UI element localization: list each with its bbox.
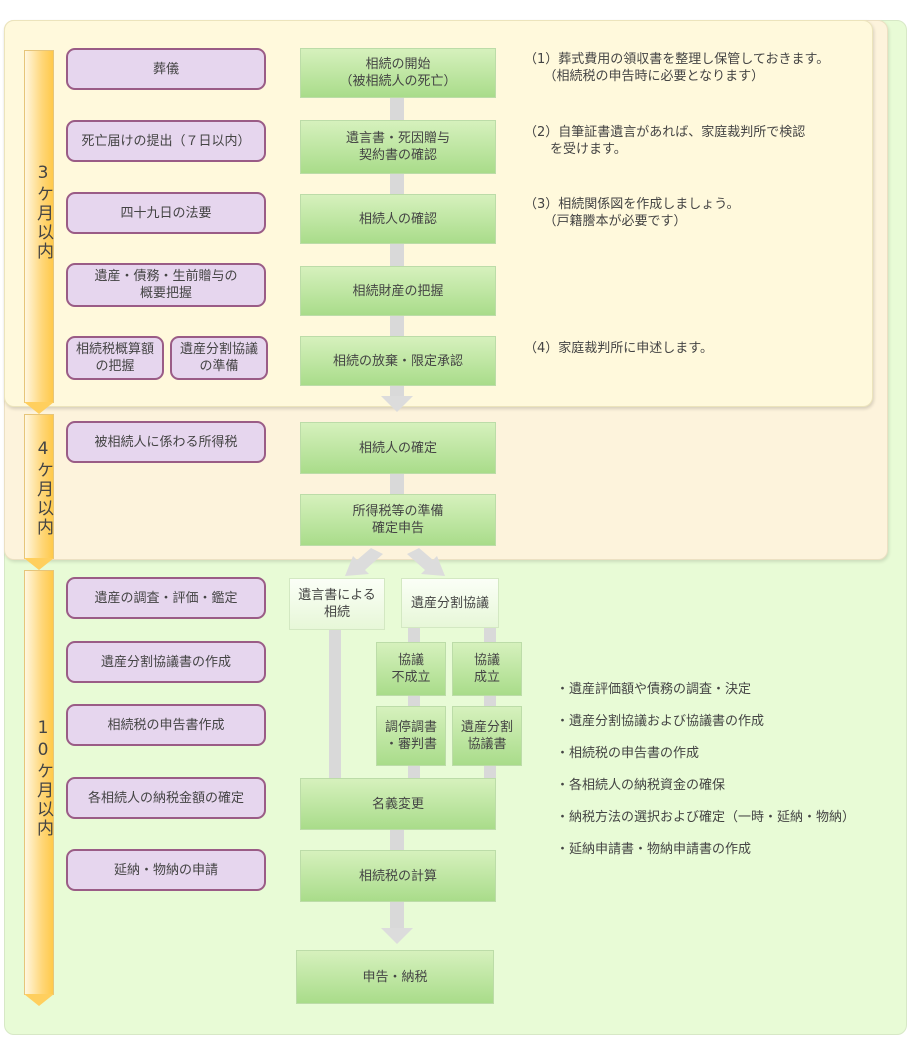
- task-49-day-memorial: 四十九日の法要: [66, 192, 266, 234]
- flow-step-division-doc: 遺産分割 協議書: [452, 706, 522, 766]
- flow-step-talks-agreed: 協議 成立: [452, 642, 522, 696]
- note-2: （2）自筆証書遺言があれば、家庭裁判所で検認 を受けます。: [524, 125, 806, 157]
- note-4: （4）家庭裁判所に申述します。: [524, 341, 713, 356]
- phase-label-10-months: 10ケ月以内: [33, 718, 53, 838]
- flow-connector: [484, 628, 496, 642]
- task-division-prep: 遺産分割協議 の準備: [170, 336, 268, 380]
- flow-connector: [390, 316, 404, 336]
- flow-step-tax-calc: 相続税の計算: [300, 850, 496, 902]
- flow-arrow-down: [381, 396, 413, 412]
- flow-step-start: 相続の開始 （被相続人の死亡）: [300, 48, 496, 98]
- note-1: （1）葬式費用の領収書を整理し保管しておきます。 （相続税の申告時に必要となりま…: [524, 52, 830, 84]
- flow-step-heir-confirmed: 相続人の確定: [300, 422, 496, 474]
- flow-step-division-talks: 遺産分割協議: [401, 578, 499, 628]
- flow-arrow-down: [381, 928, 413, 944]
- bullet-item: ・遺産評価額や債務の調査・決定: [556, 682, 752, 697]
- task-death-notice: 死亡届けの提出（７日以内）: [66, 120, 266, 162]
- bullet-item: ・相続税の申告書の作成: [556, 746, 700, 761]
- task-deferral-application: 延納・物納の申請: [66, 849, 266, 891]
- flow-connector: [408, 628, 420, 642]
- flow-connector: [390, 474, 404, 494]
- flow-step-title-transfer: 名義変更: [300, 778, 496, 830]
- bullet-item: ・遺産分割協議および協議書の作成: [556, 714, 765, 729]
- bullet-item: ・納税方法の選択および確定（一時・延納・物納）: [556, 810, 856, 825]
- flow-step-heir-check: 相続人の確認: [300, 194, 496, 244]
- flow-step-renounce: 相続の放棄・限定承認: [300, 336, 496, 386]
- note-3: （3）相続関係図を作成しましょう。 （戸籍謄本が必要です）: [524, 197, 740, 229]
- task-tax-return: 相続税の申告書作成: [66, 704, 266, 746]
- task-estate-appraisal: 遺産の調査・評価・鑑定: [66, 577, 266, 619]
- flow-step-mediation: 調停調書 ・審判書: [376, 706, 446, 766]
- split-arrows: [345, 548, 445, 576]
- flow-connector: [484, 766, 496, 778]
- task-division-agreement: 遺産分割協議書の作成: [66, 641, 266, 683]
- task-tax-estimate: 相続税概算額 の把握: [66, 336, 164, 380]
- flow-connector: [484, 696, 496, 706]
- bullet-item: ・延納申請書・物納申請書の作成: [556, 842, 752, 857]
- phase-bar-4-months-tip: [24, 558, 54, 570]
- flow-step-talks-failed: 協議 不成立: [376, 642, 446, 696]
- phase-bar-10-months-tip: [24, 994, 54, 1006]
- flow-connector: [408, 696, 420, 706]
- flow-connector: [408, 766, 420, 778]
- flow-step-by-will: 遺言書による 相続: [289, 578, 385, 630]
- bullet-item: ・各相続人の納税資金の確保: [556, 778, 726, 793]
- flow-connector: [390, 174, 404, 194]
- flow-connector: [329, 630, 341, 778]
- task-funeral: 葬儀: [66, 48, 266, 90]
- phase-bar-3-months-tip: [24, 402, 54, 414]
- flow-connector: [390, 386, 404, 396]
- task-estate-overview: 遺産・債務・生前贈与の 概要把握: [66, 263, 266, 307]
- phase-label-3-months: 3ケ月以内: [33, 163, 53, 261]
- flow-connector: [390, 902, 404, 928]
- flow-step-will-check: 遺言書・死因贈与 契約書の確認: [300, 120, 496, 174]
- flow-connector: [390, 98, 404, 120]
- flow-connector: [390, 244, 404, 266]
- flow-step-filing-payment: 申告・納税: [296, 950, 494, 1004]
- flow-connector: [390, 830, 404, 850]
- phase-label-4-months: 4ケ月以内: [33, 439, 53, 537]
- flow-step-assets: 相続財産の把握: [300, 266, 496, 316]
- task-tax-amount: 各相続人の納税金額の確定: [66, 777, 266, 819]
- flow-step-income-tax: 所得税等の準備 確定申告: [300, 494, 496, 546]
- task-income-tax: 被相続人に係わる所得税: [66, 421, 266, 463]
